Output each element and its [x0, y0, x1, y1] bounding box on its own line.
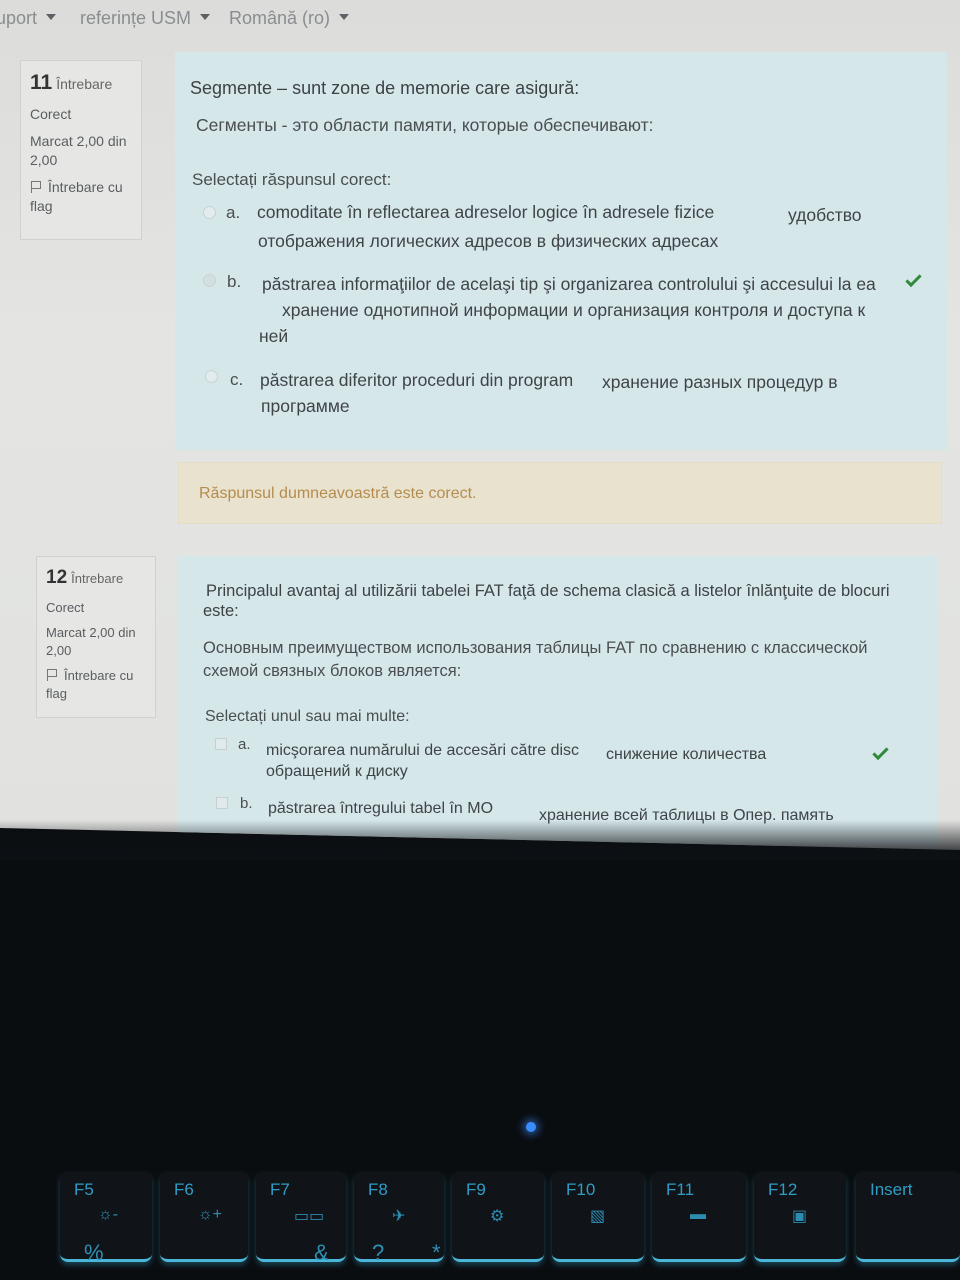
- flag-question-button[interactable]: Întrebare cu flag: [46, 667, 146, 702]
- keyboard-backlight-icon: ▬: [690, 1206, 706, 1223]
- key-insert[interactable]: Insert: [856, 1172, 960, 1262]
- key-label: F8: [368, 1180, 388, 1199]
- question-text-ru-2: схемой связных блоков является:: [203, 662, 462, 680]
- key-f6[interactable]: F6 ☼+: [160, 1172, 248, 1262]
- key-f9[interactable]: F9 ⚙: [452, 1172, 544, 1262]
- touchpad-icon: ▧: [590, 1208, 606, 1225]
- language-menu[interactable]: Română (ro): [229, 8, 350, 29]
- airplane-mode-icon: ✈: [392, 1208, 406, 1225]
- option-a-text: comoditate în reflectarea adreselor logi…: [257, 202, 715, 222]
- question-11-info: 11 Întrebare Corect Marcat 2,00 din 2,00 Î…: [20, 60, 142, 240]
- key-label: F12: [768, 1180, 798, 1199]
- flag-question-button[interactable]: Întrebare cu flag: [30, 178, 132, 216]
- option-c-radio[interactable]: [205, 370, 218, 383]
- mark-value: 2,00: [30, 152, 58, 169]
- option-a-radio[interactable]: [203, 206, 216, 219]
- question-text-ro: Principalul avantaj al utilizării tabele…: [206, 582, 890, 600]
- key-label: F6: [174, 1180, 194, 1199]
- flag-label: Întrebare cu: [48, 179, 123, 196]
- question-mark: Marcat 2,00 din 2,00: [30, 132, 132, 170]
- key-label: Insert: [870, 1180, 913, 1199]
- answer-prompt: Selectați răspunsul corect:: [192, 170, 392, 189]
- key-question[interactable]: ?: [372, 1240, 384, 1266]
- mark-line: Marcat 2,00 din: [46, 625, 136, 641]
- option-c-text-ru-2: программе: [261, 396, 350, 416]
- settings-icon: ⚙: [490, 1208, 505, 1225]
- flag-label-2: flag: [46, 685, 67, 701]
- option-b-letter: b.: [240, 795, 253, 812]
- chevron-down-icon: [339, 14, 350, 21]
- status-led: [526, 1122, 536, 1132]
- answer-prompt: Selectați unul sau mai multe:: [205, 708, 410, 725]
- question-number: 11: [30, 71, 53, 94]
- key-percent[interactable]: %: [84, 1240, 104, 1266]
- nav-references-label: referințe USM: [80, 8, 192, 28]
- option-b-checkbox[interactable]: [216, 797, 228, 809]
- question-text-ro: Segmente – sunt zone de memorie care asi…: [190, 78, 580, 98]
- key-f11[interactable]: F11 ▬: [652, 1172, 746, 1262]
- key-f8[interactable]: F8 ✈: [354, 1172, 444, 1262]
- chevron-down-icon: [200, 14, 211, 21]
- key-f10[interactable]: F10 ▧: [552, 1172, 644, 1262]
- key-label: F9: [466, 1180, 486, 1199]
- option-c-text: păstrarea diferitor proceduri din progra…: [260, 370, 574, 390]
- language-label: Română (ro): [229, 8, 331, 28]
- nav-support-menu[interactable]: uport: [0, 8, 57, 29]
- option-a-text-ru-2: отображения логических адресов в физичес…: [258, 231, 719, 251]
- feedback-box: Răspunsul dumneavoastră este corect.: [178, 462, 942, 524]
- option-a-text-ru-2: обращений к диску: [266, 763, 408, 780]
- brightness-down-icon: ☼-: [98, 1206, 118, 1223]
- calculator-icon: ▣: [792, 1208, 808, 1225]
- display-switch-icon: ▭▭: [294, 1208, 325, 1225]
- mark-value: 2,00: [46, 642, 72, 658]
- option-a-letter: a.: [238, 736, 251, 753]
- question-word: Întrebare: [71, 571, 124, 586]
- option-b-text: păstrarea întregului tabel în MO: [268, 800, 494, 817]
- question-text-ro-2: este:: [203, 602, 239, 620]
- question-text-ru: Сегменты - это области памяти, которые о…: [196, 115, 654, 135]
- option-a-text-ru: удобство: [788, 205, 862, 225]
- key-label: F7: [270, 1180, 290, 1199]
- nav-support-label: uport: [0, 8, 38, 28]
- key-f7[interactable]: F7 ▭▭: [256, 1172, 346, 1262]
- option-a-text-ru: снижение количества: [606, 746, 767, 763]
- question-word: Întrebare: [56, 76, 113, 92]
- key-f12[interactable]: F12 ▣: [754, 1172, 846, 1262]
- key-ampersand[interactable]: &: [314, 1240, 329, 1266]
- flag-label: Întrebare cu: [64, 668, 134, 684]
- question-state: Corect: [46, 599, 85, 615]
- mark-line: Marcat 2,00 din: [30, 133, 127, 150]
- question-12-info: 12 Întrebare Corect Marcat 2,00 din 2,00 Î…: [36, 556, 156, 718]
- question-number: 12: [46, 567, 68, 588]
- option-b-text-ru-2: ней: [259, 326, 289, 346]
- nav-references-menu[interactable]: referințe USM: [80, 8, 211, 29]
- option-b-radio[interactable]: [203, 274, 216, 287]
- option-b-text-ru: хранение однотипной информации и организ…: [282, 300, 866, 320]
- key-label: F11: [666, 1180, 695, 1199]
- key-label: F5: [74, 1180, 94, 1199]
- top-navbar: uport referințe USM Română (ro): [0, 0, 960, 38]
- option-b-letter: b.: [227, 272, 242, 291]
- chevron-down-icon: [46, 14, 57, 21]
- option-a-checkbox[interactable]: [215, 738, 227, 750]
- screen: uport referințe USM Română (ro) 11 Întreb…: [0, 0, 960, 850]
- question-text-ru: Основным преимуществом использования таб…: [203, 639, 868, 657]
- feedback-text: Răspunsul dumneavoastră este corect.: [199, 485, 477, 502]
- option-b-text: păstrarea informaţiilor de acelaşi tip ş…: [262, 274, 876, 294]
- key-asterisk[interactable]: *: [432, 1240, 441, 1266]
- laptop-bezel: [0, 820, 960, 860]
- flag-icon: [46, 669, 58, 682]
- key-f5[interactable]: F5 ☼-: [60, 1172, 152, 1262]
- option-c-letter: c.: [230, 370, 244, 389]
- question-state: Corect: [30, 106, 72, 123]
- key-label: F10: [566, 1180, 596, 1199]
- option-c-text-ru: хранение разных процедур в: [602, 372, 838, 392]
- question-mark: Marcat 2,00 din 2,00: [46, 624, 146, 659]
- flag-label-2: flag: [30, 197, 53, 214]
- flag-icon: [30, 181, 42, 194]
- brightness-up-icon: ☼+: [198, 1206, 223, 1223]
- option-a-letter: a.: [226, 203, 241, 222]
